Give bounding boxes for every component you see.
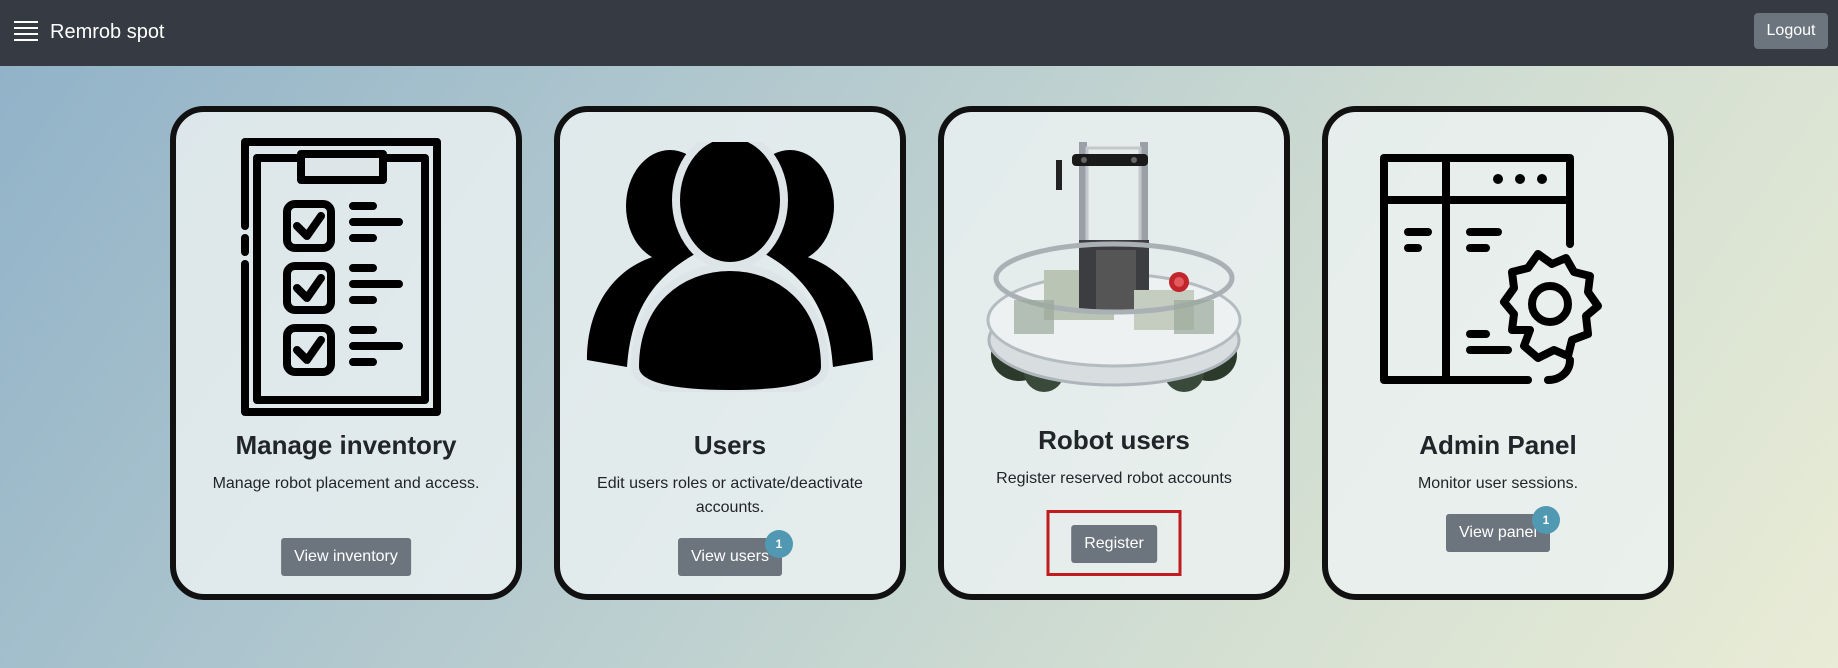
brand-title[interactable]: Remrob spot (50, 20, 165, 44)
clipboard-checklist-icon (241, 138, 441, 416)
card-description: Register reserved robot accounts (996, 470, 1232, 487)
card-title: Robot users (1038, 425, 1190, 455)
view-inventory-button[interactable]: View inventory (281, 538, 411, 576)
card-title: Users (693, 430, 767, 460)
register-button[interactable]: Register (1071, 525, 1157, 563)
robot-photo (986, 142, 1242, 392)
card-description: Edit users roles or activate/deactivate … (597, 475, 863, 516)
logout-button[interactable]: Logout (1754, 13, 1828, 49)
card-title: Manage inventory (235, 430, 457, 460)
top-navbar: Remrob spot Logout (0, 0, 1838, 66)
admin-panel-card: Admin Panel Monitor user sessions. View … (1322, 106, 1674, 600)
hamburger-menu-icon[interactable] (14, 21, 38, 41)
card-title: Admin Panel (1419, 430, 1577, 460)
notification-badge: 1 (765, 530, 793, 558)
users-card: Users Edit users roles or activate/deact… (554, 106, 906, 600)
admin-panel-gear-icon (1380, 154, 1602, 384)
inventory-card: Manage inventory Manage robot placement … (170, 106, 522, 600)
robot-users-card: Robot users Register reserved robot acco… (938, 106, 1290, 600)
card-description: Manage robot placement and access. (212, 475, 480, 492)
card-description: Monitor user sessions. (1417, 475, 1579, 492)
users-group-icon (587, 142, 873, 392)
notification-badge: 1 (1532, 506, 1560, 534)
